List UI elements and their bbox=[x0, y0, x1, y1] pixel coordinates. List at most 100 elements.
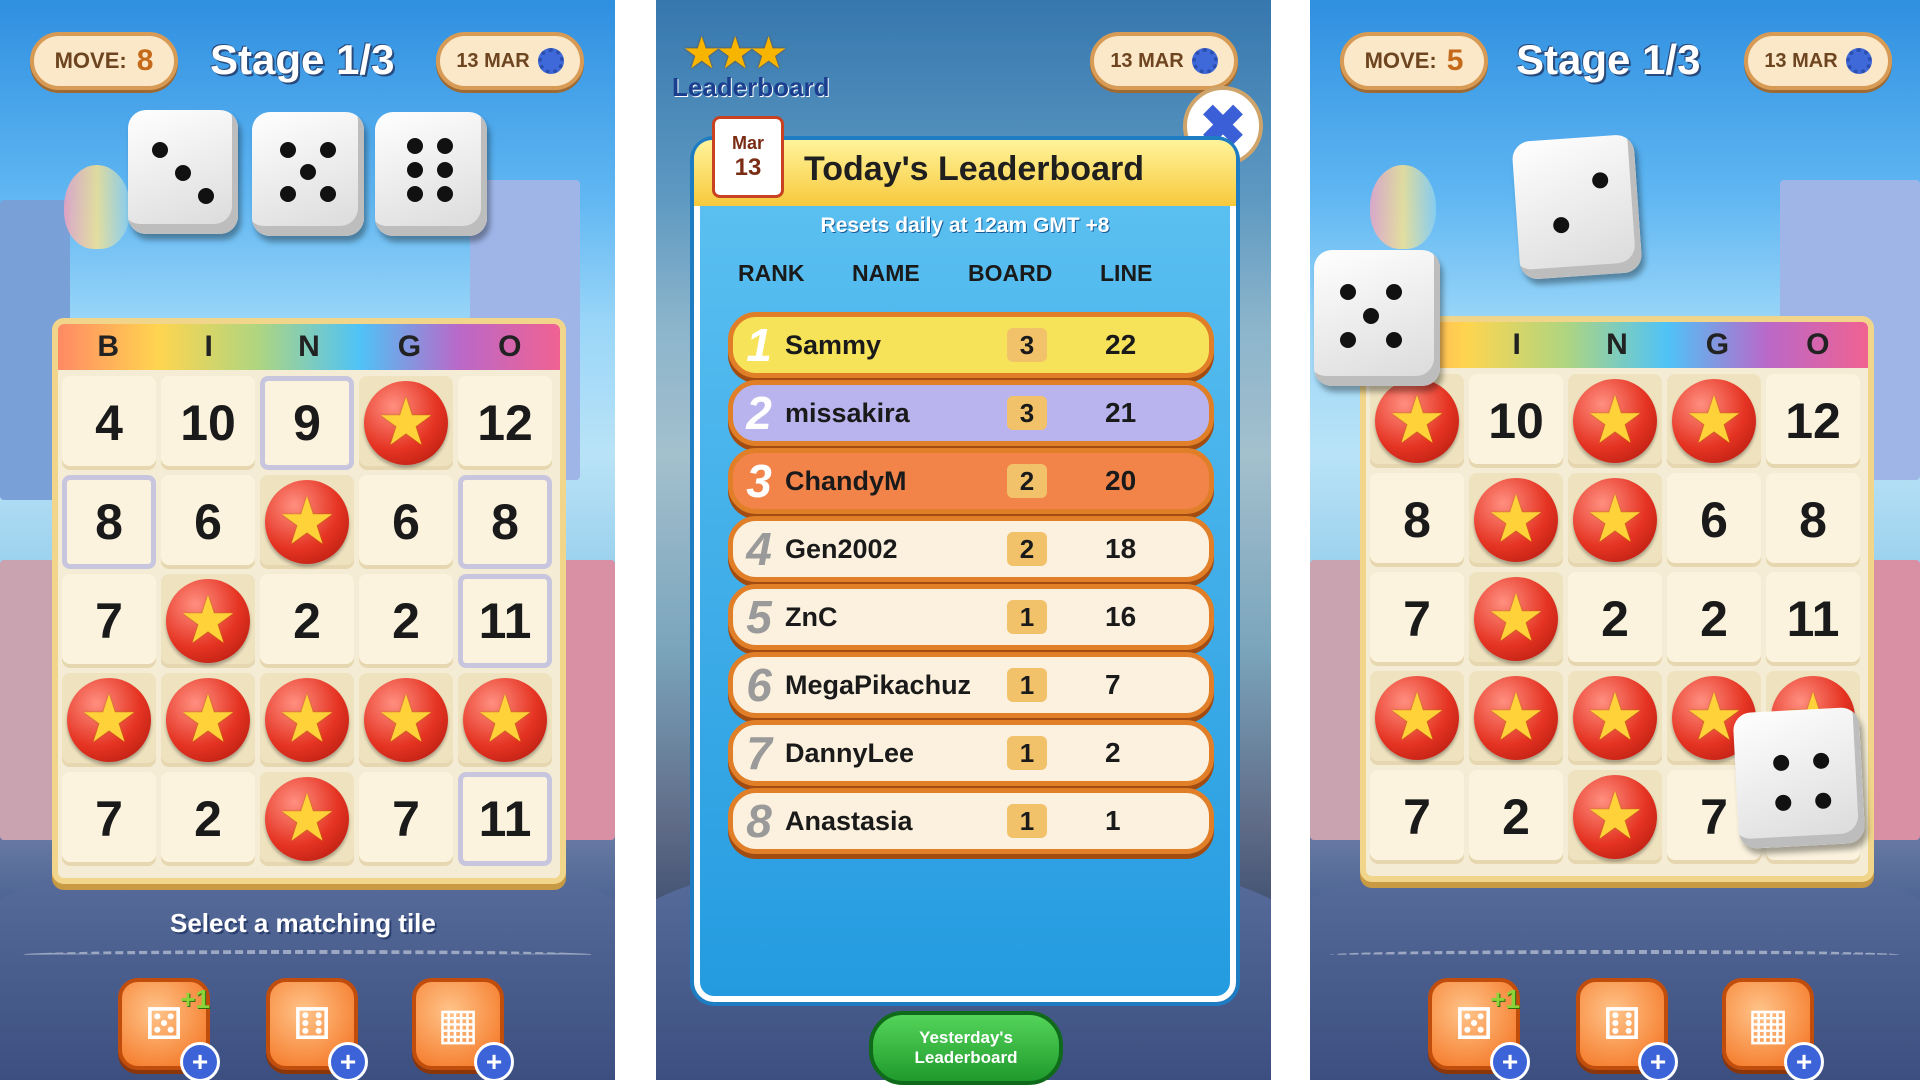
leaderboard-row[interactable]: 2 missakira 3 21 bbox=[728, 380, 1214, 446]
bingo-cell-marked[interactable]: ★ bbox=[1568, 374, 1662, 468]
bingo-cell-marked[interactable]: ★ bbox=[359, 673, 453, 767]
bingo-cell[interactable]: 11 bbox=[458, 574, 552, 668]
bingo-cell[interactable]: 8 bbox=[1766, 473, 1860, 567]
bingo-cell-marked[interactable]: ★ bbox=[1667, 374, 1761, 468]
cell-number: 2 bbox=[1700, 591, 1728, 647]
rank-number: 7 bbox=[746, 727, 772, 779]
bingo-cell[interactable]: 2 bbox=[1469, 770, 1563, 864]
player-name: Anastasia bbox=[785, 805, 913, 836]
add-icon[interactable]: + bbox=[328, 1042, 368, 1080]
leaderboard-row[interactable]: 6 MegaPikachuz 1 7 bbox=[728, 652, 1214, 718]
add-icon[interactable]: + bbox=[1490, 1042, 1530, 1080]
hint-text: Select a matching tile bbox=[170, 908, 436, 938]
bingo-cell-marked[interactable]: ★ bbox=[1568, 770, 1662, 864]
board-powerup-button[interactable]: ▦ + bbox=[1722, 978, 1824, 1080]
yesterdays-leaderboard-button[interactable]: Yesterday's Leaderboard bbox=[869, 1011, 1063, 1085]
cell-number: 12 bbox=[1785, 393, 1841, 449]
bingo-cell[interactable]: 8 bbox=[62, 475, 156, 569]
bingo-cell[interactable]: 2 bbox=[359, 574, 453, 668]
bingo-cell[interactable]: 2 bbox=[1568, 572, 1662, 666]
bingo-cell[interactable]: 6 bbox=[359, 475, 453, 569]
bingo-cell[interactable]: 11 bbox=[458, 772, 552, 866]
bingo-letter-g: G bbox=[397, 330, 422, 363]
leaderboard-row[interactable]: 1 Sammy 3 22 bbox=[728, 312, 1214, 378]
date-settings-button[interactable]: 13 MAR bbox=[1744, 32, 1892, 90]
bingo-cell-marked[interactable]: ★ bbox=[62, 673, 156, 767]
bingo-cell-marked[interactable]: ★ bbox=[1469, 572, 1563, 666]
bingo-cell[interactable]: 8 bbox=[458, 475, 552, 569]
bingo-cell-marked[interactable]: ★ bbox=[1568, 671, 1662, 765]
reroll-powerup-button[interactable]: ⚅ + bbox=[1576, 978, 1678, 1080]
hot-air-balloon bbox=[1370, 165, 1436, 249]
add-icon[interactable]: + bbox=[180, 1042, 220, 1080]
cell-number: 6 bbox=[392, 494, 420, 550]
bingo-cell[interactable]: 7 bbox=[62, 574, 156, 668]
bingo-cell[interactable]: 10 bbox=[161, 376, 255, 470]
bingo-cell-marked[interactable]: ★ bbox=[1370, 374, 1464, 468]
leaderboard-row[interactable]: 3 ChandyM 2 20 bbox=[728, 448, 1214, 514]
bingo-letter-i: I bbox=[1512, 328, 1521, 361]
bingo-cell-marked[interactable]: ★ bbox=[1469, 473, 1563, 567]
board-powerup-button[interactable]: ▦ + bbox=[412, 978, 514, 1080]
star-ball-icon: ★ bbox=[1573, 676, 1657, 760]
bingo-cell[interactable]: 7 bbox=[1370, 572, 1464, 666]
leaderboard-row[interactable]: 4 Gen2002 2 18 bbox=[728, 516, 1214, 582]
hot-air-balloon bbox=[64, 165, 130, 249]
date-settings-button[interactable]: 13 MAR bbox=[436, 32, 584, 90]
rank-number: 5 bbox=[746, 591, 772, 643]
bingo-board: B I N G O 4 10 9 ★ 12 8 6 ★ 6 8 7 ★ 2 2 11 ★ ★ ★ ★ ★ 7 2 ★ 7 11 bbox=[52, 318, 566, 884]
rank-number: 4 bbox=[746, 523, 772, 575]
star-ball-icon: ★ bbox=[1573, 379, 1657, 463]
bingo-cell-marked[interactable]: ★ bbox=[1568, 473, 1662, 567]
bingo-cell-marked[interactable]: ★ bbox=[359, 376, 453, 470]
reroll-powerup-button[interactable]: ⚅ + bbox=[266, 978, 368, 1080]
bingo-cell-marked[interactable]: ★ bbox=[260, 673, 354, 767]
bingo-cell-marked[interactable]: ★ bbox=[260, 772, 354, 866]
bingo-letter-n: N bbox=[298, 330, 320, 363]
game-screen-right: MOVE: 5 Stage 1/3 13 MAR I N G O ★ 10 ★ ★ 12 8… bbox=[1310, 0, 1920, 1080]
star-ball-icon: ★ bbox=[1375, 676, 1459, 760]
add-icon[interactable]: + bbox=[474, 1042, 514, 1080]
bingo-cell[interactable]: 12 bbox=[458, 376, 552, 470]
star-ball-icon: ★ bbox=[166, 678, 250, 762]
bingo-cell-marked[interactable]: ★ bbox=[1370, 671, 1464, 765]
bingo-cell[interactable]: 11 bbox=[1766, 572, 1860, 666]
add-icon[interactable]: + bbox=[1784, 1042, 1824, 1080]
cell-number: 4 bbox=[95, 395, 123, 451]
bingo-cell-marked[interactable]: ★ bbox=[1469, 671, 1563, 765]
bingo-cell[interactable]: 6 bbox=[161, 475, 255, 569]
bingo-cell[interactable]: 2 bbox=[260, 574, 354, 668]
bingo-cell-marked[interactable]: ★ bbox=[161, 673, 255, 767]
date-label: 13 MAR bbox=[1110, 49, 1184, 72]
bingo-cell[interactable]: 7 bbox=[1370, 770, 1464, 864]
bingo-cell[interactable]: 4 bbox=[62, 376, 156, 470]
extra-roll-powerup-button[interactable]: ⚄ +1 + bbox=[1428, 978, 1530, 1080]
bingo-cell[interactable]: 12 bbox=[1766, 374, 1860, 468]
bingo-cell-marked[interactable]: ★ bbox=[458, 673, 552, 767]
date-settings-button[interactable]: 13 MAR bbox=[1090, 32, 1238, 90]
extra-roll-powerup-button[interactable]: ⚄ +1 + bbox=[118, 978, 220, 1080]
plus-one-label: +1 bbox=[180, 984, 210, 1014]
move-label: MOVE: bbox=[1364, 48, 1437, 73]
bingo-cell-marked[interactable]: ★ bbox=[260, 475, 354, 569]
star-ball-icon: ★ bbox=[1474, 577, 1558, 661]
bingo-cell[interactable]: 10 bbox=[1469, 374, 1563, 468]
bingo-header: B I N G O bbox=[58, 324, 560, 370]
board-count: 1 bbox=[1007, 736, 1047, 770]
bingo-cell[interactable]: 7 bbox=[62, 772, 156, 866]
leaderboard-row[interactable]: 8 Anastasia 1 1 bbox=[728, 788, 1214, 854]
bingo-cell[interactable]: 9 bbox=[260, 376, 354, 470]
bingo-cell[interactable]: 6 bbox=[1667, 473, 1761, 567]
bingo-cell[interactable]: 8 bbox=[1370, 473, 1464, 567]
dice-icon: ⚄ bbox=[1454, 999, 1494, 1049]
bingo-cell[interactable]: 2 bbox=[161, 772, 255, 866]
cell-number: 7 bbox=[1700, 789, 1728, 845]
add-icon[interactable]: + bbox=[1638, 1042, 1678, 1080]
line-count: 1 bbox=[1105, 805, 1121, 836]
leaderboard-row[interactable]: 5 ZnC 1 16 bbox=[728, 584, 1214, 650]
die-six bbox=[375, 112, 487, 236]
bingo-cell[interactable]: 2 bbox=[1667, 572, 1761, 666]
bingo-cell[interactable]: 7 bbox=[359, 772, 453, 866]
bingo-cell-marked[interactable]: ★ bbox=[161, 574, 255, 668]
leaderboard-row[interactable]: 7 DannyLee 1 2 bbox=[728, 720, 1214, 786]
